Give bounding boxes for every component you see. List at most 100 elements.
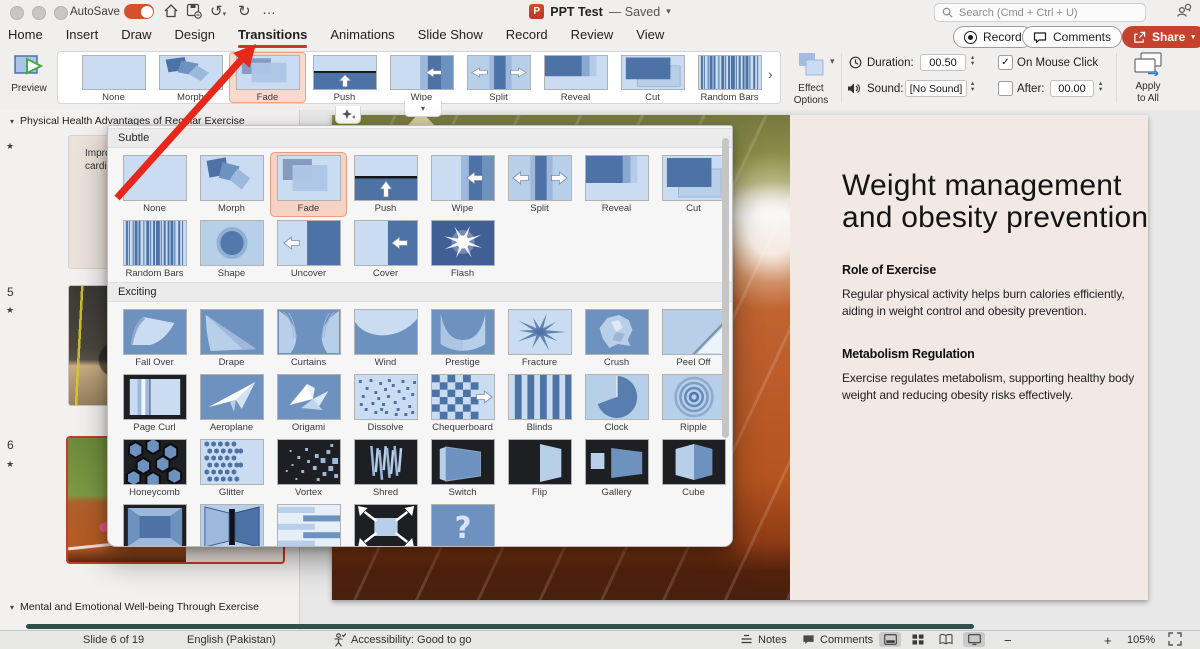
title-chevron-down-icon[interactable]: ▾ bbox=[666, 6, 671, 17]
ribbon-transition-fade[interactable]: Fade bbox=[229, 52, 306, 103]
transition-wind[interactable]: Wind bbox=[347, 306, 424, 371]
transition-prestige[interactable]: Prestige bbox=[424, 306, 501, 371]
search-input[interactable]: Search (Cmd + Ctrl + U) bbox=[934, 3, 1146, 22]
transition-morph[interactable]: Morph bbox=[193, 152, 270, 217]
after-input[interactable]: 00.00 bbox=[1050, 80, 1094, 97]
after-stepper[interactable]: ▴▾ bbox=[1099, 81, 1102, 93]
ribbon-transition-cut[interactable]: Cut bbox=[614, 52, 691, 103]
dropdown-scrollbar[interactable] bbox=[722, 138, 729, 438]
normal-view-button[interactable] bbox=[879, 632, 901, 647]
transition-glitter[interactable]: Glitter bbox=[193, 436, 270, 501]
accessibility-status[interactable]: Accessibility: Good to go bbox=[351, 634, 471, 646]
tab-design[interactable]: Design bbox=[175, 25, 215, 42]
after-checkbox[interactable] bbox=[998, 81, 1013, 96]
record-button[interactable]: Record bbox=[953, 26, 1033, 48]
transition-none[interactable]: None bbox=[116, 152, 193, 217]
transition-peel-off[interactable]: Peel Off bbox=[655, 306, 732, 371]
tab-review[interactable]: Review bbox=[571, 25, 614, 42]
tab-animations[interactable]: Animations bbox=[330, 25, 394, 42]
transition-comb[interactable]: Comb bbox=[270, 501, 347, 547]
transition-blinds[interactable]: Blinds bbox=[501, 371, 578, 436]
block-heading: Metabolism Regulation bbox=[842, 347, 1162, 361]
transition-reveal[interactable]: Reveal bbox=[578, 152, 655, 217]
ribbon-transition-none[interactable]: None bbox=[75, 52, 152, 103]
transition-chequerboard[interactable]: Chequerboard bbox=[424, 371, 501, 436]
transition-split[interactable]: Split bbox=[501, 152, 578, 217]
transition-switch[interactable]: Switch bbox=[424, 436, 501, 501]
transition-push[interactable]: Push bbox=[347, 152, 424, 217]
transition-origami[interactable]: Origami bbox=[270, 371, 347, 436]
transition-shred[interactable]: Shred bbox=[347, 436, 424, 501]
ribbon-transition-random-bars[interactable]: Random Bars bbox=[691, 52, 768, 103]
slide-sorter-view-button[interactable] bbox=[907, 632, 929, 647]
transition-clock[interactable]: Clock bbox=[578, 371, 655, 436]
transition-cover[interactable]: Cover bbox=[347, 217, 424, 282]
transition-star-tab[interactable] bbox=[335, 106, 361, 124]
transition-vortex[interactable]: Vortex bbox=[270, 436, 347, 501]
presence-people-icon[interactable] bbox=[1176, 3, 1192, 23]
comments-button[interactable]: Comments bbox=[1022, 26, 1122, 48]
ribbon-transition-reveal[interactable]: Reveal bbox=[537, 52, 614, 103]
tab-insert[interactable]: Insert bbox=[66, 25, 99, 42]
ribbon-transition-push[interactable]: Push bbox=[306, 52, 383, 103]
transition-flash[interactable]: Flash bbox=[424, 217, 501, 282]
transition-flip[interactable]: Flip bbox=[501, 436, 578, 501]
duration-input[interactable]: 00.50 bbox=[920, 54, 966, 71]
preview-button[interactable]: Preview bbox=[8, 54, 50, 95]
sound-select[interactable]: [No Sound] bbox=[905, 80, 967, 97]
transition-fracture[interactable]: Fracture bbox=[501, 306, 578, 371]
slide-title[interactable]: Weight management and obesity prevention bbox=[842, 170, 1162, 233]
transition-zoom[interactable]: Zoom bbox=[347, 501, 424, 547]
tab-view[interactable]: View bbox=[636, 25, 664, 42]
on-mouse-click-checkbox[interactable]: ✓ bbox=[998, 55, 1013, 70]
transition-uncover[interactable]: Uncover bbox=[270, 217, 347, 282]
transition-crush[interactable]: Crush bbox=[578, 306, 655, 371]
comments-toggle[interactable]: Comments bbox=[820, 634, 873, 646]
transition-random-bars[interactable]: Random Bars bbox=[116, 217, 193, 282]
reading-view-button[interactable] bbox=[935, 632, 957, 647]
gallery-expand-tab[interactable]: ▾ bbox=[404, 101, 442, 117]
transition-curtains[interactable]: Curtains bbox=[270, 306, 347, 371]
transition-honeycomb[interactable]: Honeycomb bbox=[116, 436, 193, 501]
tab-home[interactable]: Home bbox=[8, 25, 43, 42]
transition-dissolve[interactable]: Dissolve bbox=[347, 371, 424, 436]
ribbon-transition-morph[interactable]: Morph bbox=[152, 52, 229, 103]
slide-text-block[interactable]: Metabolism RegulationExercise regulates … bbox=[842, 347, 1162, 405]
effect-options-button[interactable]: Effect Options bbox=[786, 52, 836, 106]
transition-aeroplane[interactable]: Aeroplane bbox=[193, 371, 270, 436]
notes-toggle[interactable]: Notes bbox=[758, 634, 787, 646]
transition-doors[interactable]: Doors bbox=[193, 501, 270, 547]
slideshow-view-button[interactable] bbox=[963, 632, 985, 647]
tab-slide-show[interactable]: Slide Show bbox=[418, 25, 483, 42]
transition-drape[interactable]: Drape bbox=[193, 306, 270, 371]
apply-to-all-button[interactable]: Apply to All bbox=[1122, 52, 1174, 104]
transition-box[interactable]: Box bbox=[116, 501, 193, 547]
ribbon-transition-split[interactable]: Split bbox=[460, 52, 537, 103]
fit-slide-to-window-icon[interactable] bbox=[1168, 632, 1182, 649]
tab-draw[interactable]: Draw bbox=[121, 25, 151, 42]
zoom-level[interactable]: 105% bbox=[1127, 634, 1155, 646]
duration-stepper[interactable]: ▴▾ bbox=[971, 55, 974, 67]
transition-random[interactable]: ?Random bbox=[424, 501, 501, 547]
tab-transitions[interactable]: Transitions bbox=[238, 25, 307, 48]
transition-cube[interactable]: Cube bbox=[655, 436, 732, 501]
transition-gallery[interactable]: Gallery bbox=[578, 436, 655, 501]
slide-text-block[interactable]: Role of ExerciseRegular physical activit… bbox=[842, 263, 1162, 321]
transition-shape[interactable]: Shape bbox=[193, 217, 270, 282]
section-header-bottom[interactable]: ▾ Mental and Emotional Well-being Throug… bbox=[10, 601, 259, 613]
transition-wipe[interactable]: Wipe bbox=[424, 152, 501, 217]
transition-cut[interactable]: Cut bbox=[655, 152, 732, 217]
share-button[interactable]: Share ▾ bbox=[1122, 26, 1200, 48]
zoom-out-button[interactable]: − bbox=[1004, 633, 1012, 648]
gallery-more-icon[interactable]: › bbox=[768, 66, 773, 82]
transition-fall-over[interactable]: Fall Over bbox=[116, 306, 193, 371]
horizontal-scrollbar[interactable] bbox=[26, 624, 974, 629]
zoom-in-button[interactable]: + bbox=[1104, 633, 1112, 648]
sound-stepper[interactable]: ▴▾ bbox=[971, 81, 974, 93]
ribbon-transition-wipe[interactable]: Wipe▾ bbox=[383, 52, 460, 103]
transition-ripple[interactable]: Ripple bbox=[655, 371, 732, 436]
transition-page-curl[interactable]: Page Curl bbox=[116, 371, 193, 436]
transition-fade[interactable]: Fade bbox=[270, 152, 347, 217]
language-status[interactable]: English (Pakistan) bbox=[187, 634, 276, 646]
tab-record[interactable]: Record bbox=[506, 25, 548, 42]
